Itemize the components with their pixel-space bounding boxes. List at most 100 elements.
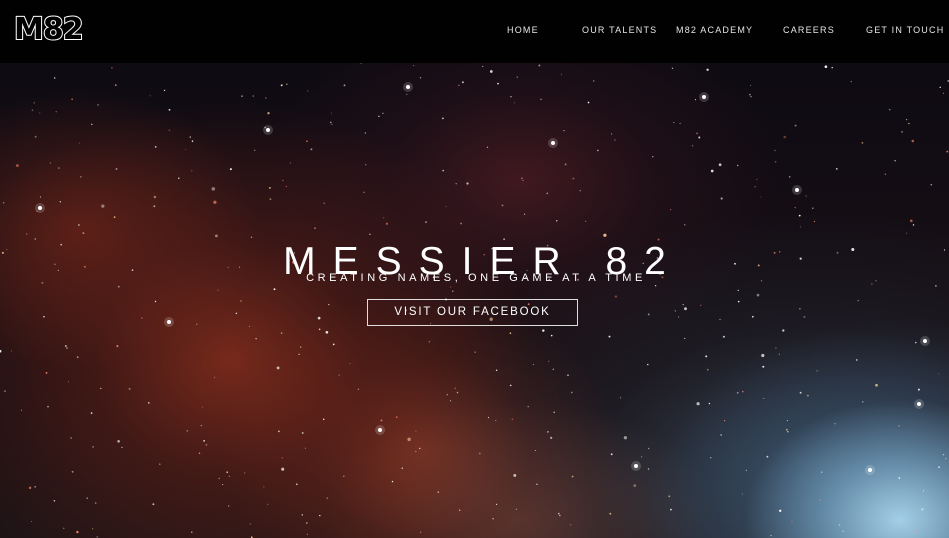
star <box>774 160 777 163</box>
star <box>563 129 565 132</box>
star <box>560 73 563 75</box>
star <box>78 142 80 144</box>
star <box>450 400 452 402</box>
star <box>437 491 440 493</box>
star <box>43 315 45 318</box>
star <box>66 347 68 349</box>
nav-item-home[interactable]: HOME <box>507 24 539 36</box>
star <box>269 187 271 189</box>
star <box>289 162 291 164</box>
star <box>585 220 587 222</box>
star <box>559 514 561 517</box>
star <box>286 83 288 85</box>
star <box>938 466 940 469</box>
star <box>454 387 456 390</box>
star <box>419 77 422 79</box>
star <box>318 328 321 331</box>
star <box>911 139 915 143</box>
star <box>647 313 650 316</box>
nav-item-get-in-touch[interactable]: GET IN TOUCH <box>866 24 944 36</box>
star <box>670 208 672 211</box>
star <box>751 315 754 318</box>
star <box>763 397 765 399</box>
star <box>786 420 788 422</box>
star <box>698 136 701 139</box>
star <box>322 418 325 421</box>
logo-text: M82 <box>13 12 85 48</box>
star <box>364 132 366 134</box>
star <box>614 139 616 141</box>
star <box>217 289 219 291</box>
star <box>516 76 519 79</box>
star <box>527 405 529 408</box>
star <box>186 430 188 432</box>
star <box>203 440 206 442</box>
bright-star <box>38 206 42 210</box>
star <box>736 391 739 394</box>
star <box>255 337 257 340</box>
star <box>546 192 549 195</box>
star <box>64 345 67 347</box>
bright-star <box>378 428 382 432</box>
star <box>534 450 536 451</box>
star <box>813 220 816 223</box>
star <box>708 402 711 405</box>
bright-star <box>551 141 555 145</box>
star <box>252 95 255 97</box>
star <box>501 204 504 207</box>
star <box>117 440 120 443</box>
logo[interactable]: M82 <box>13 12 85 48</box>
star <box>718 163 722 167</box>
star <box>273 288 276 291</box>
star <box>154 300 157 303</box>
star <box>63 527 65 529</box>
visit-facebook-button[interactable]: VISIT OUR FACEBOOK <box>367 299 578 326</box>
star <box>623 436 628 440</box>
star <box>79 175 82 178</box>
star <box>58 167 60 169</box>
star <box>0 349 2 353</box>
star <box>226 471 228 473</box>
star <box>53 77 56 79</box>
star <box>794 124 797 127</box>
star <box>97 104 99 106</box>
star <box>310 148 313 151</box>
star <box>614 295 618 298</box>
star <box>741 493 743 495</box>
star <box>942 454 945 456</box>
star <box>240 300 242 302</box>
star <box>906 232 908 234</box>
star <box>511 418 513 420</box>
star <box>78 224 80 226</box>
star <box>724 420 726 422</box>
star <box>901 130 904 133</box>
star <box>254 149 256 151</box>
nav-item-m82-academy[interactable]: M82 ACADEMY <box>676 24 753 36</box>
star <box>492 518 494 520</box>
star <box>861 142 864 144</box>
star <box>945 458 947 460</box>
star <box>332 343 335 346</box>
star <box>55 111 57 113</box>
star <box>314 227 316 229</box>
star <box>263 486 265 488</box>
nav-item-careers[interactable]: CAREERS <box>783 24 835 36</box>
star <box>923 490 925 492</box>
star <box>556 220 558 222</box>
star <box>719 318 721 320</box>
star <box>276 366 280 370</box>
star <box>300 346 302 348</box>
star <box>4 390 6 392</box>
star <box>357 388 360 390</box>
star <box>935 285 937 287</box>
star <box>819 499 821 501</box>
star <box>737 300 740 303</box>
star <box>121 446 123 448</box>
star <box>323 202 325 204</box>
star <box>495 420 497 421</box>
bright-star <box>266 128 270 132</box>
star <box>455 183 457 185</box>
star <box>745 469 747 471</box>
star <box>515 508 518 510</box>
nav-item-our-talents[interactable]: OUR TALENTS <box>582 24 657 36</box>
